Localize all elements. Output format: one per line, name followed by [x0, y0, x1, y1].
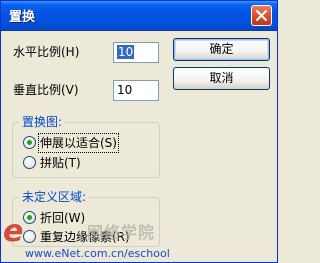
undefined-areas-title: 未定义区域:: [19, 190, 90, 204]
title-bar[interactable]: 置换: [1, 1, 277, 31]
displacement-map-group: 置换图: 伸展以适合(S) 拼贴(T): [12, 115, 160, 178]
watermark-logo: e: [3, 214, 24, 249]
close-button[interactable]: [251, 5, 272, 26]
tile-label: 拼贴(T): [40, 156, 81, 170]
horizontal-scale-label: 水平比例(H): [13, 45, 80, 59]
wrap-around-radio[interactable]: [23, 211, 36, 224]
ok-button[interactable]: 确定: [173, 38, 270, 61]
vertical-scale-value: 10: [117, 83, 133, 97]
vertical-scale-label: 垂直比例(V): [13, 83, 79, 97]
cancel-button[interactable]: 取消: [173, 67, 270, 90]
stretch-to-fit-label: 伸展以适合(S): [38, 133, 119, 153]
stretch-to-fit-radio[interactable]: [23, 136, 36, 149]
watermark-url: www.eNet.com.cn/eschool: [25, 247, 170, 260]
displace-dialog: 置换 水平比例(H) 10 垂直比例(V) 10 确定 取消 置换图: 伸展以适…: [0, 0, 278, 263]
tile-radio[interactable]: [23, 156, 36, 169]
close-icon: [256, 10, 267, 21]
horizontal-scale-value: 10: [117, 45, 135, 59]
horizontal-scale-input[interactable]: 10: [113, 42, 159, 63]
repeat-edge-pixels-radio[interactable]: [23, 230, 36, 243]
dialog-title: 置换: [9, 10, 36, 25]
vertical-scale-input[interactable]: 10: [113, 80, 159, 101]
wrap-around-label: 折回(W): [40, 211, 86, 225]
displacement-map-title: 置换图:: [19, 115, 66, 129]
watermark-site-name: 网络学院: [87, 223, 156, 242]
